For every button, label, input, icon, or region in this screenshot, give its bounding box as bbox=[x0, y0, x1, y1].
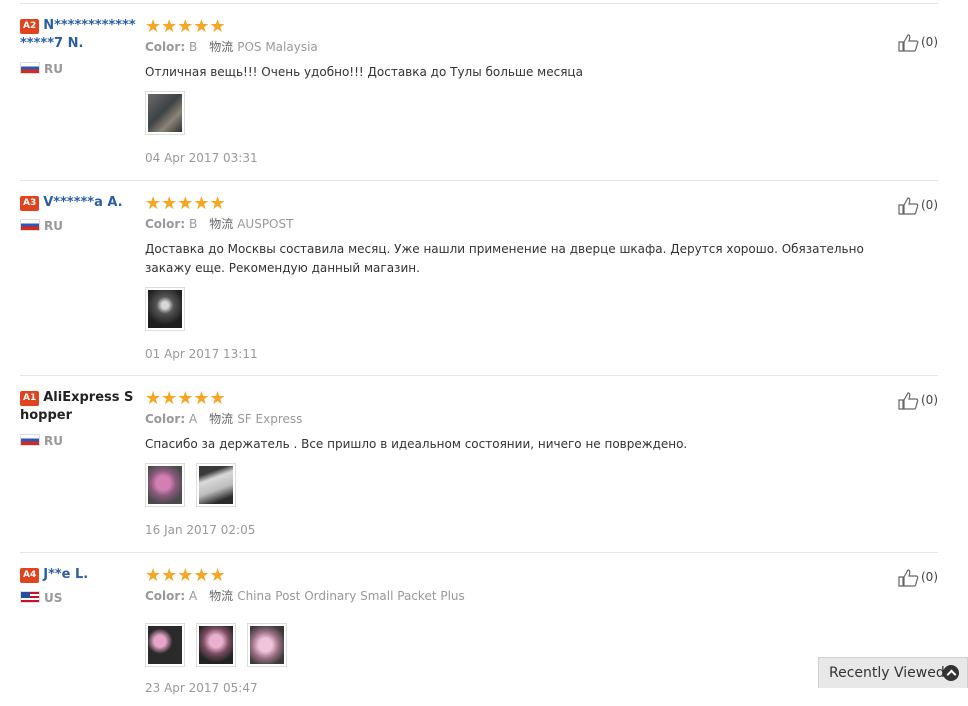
recently-viewed-tab[interactable]: Recently Viewed bbox=[818, 657, 968, 688]
review-text: Отличная вещь!!! Очень удобно!!! Доставк… bbox=[145, 65, 583, 79]
helpful-count: (0) bbox=[921, 35, 938, 49]
country-code: RU bbox=[44, 434, 63, 448]
color-value: B bbox=[188, 40, 198, 54]
reviewer-name-link[interactable]: A3 V******a A. bbox=[20, 194, 142, 212]
logistics-label: 物流 bbox=[209, 217, 234, 231]
review-item: A3 V******a A. RU ★★★★★ Color: B 物流 AUSPOST… bbox=[20, 194, 938, 376]
buyer-level-badge: A1 bbox=[20, 391, 40, 406]
review-date: 16 Jan 2017 02:05 bbox=[145, 523, 256, 537]
thumbs-up-icon bbox=[898, 196, 919, 215]
review-photos bbox=[145, 463, 885, 507]
country-code: RU bbox=[44, 62, 63, 76]
review-photos bbox=[145, 287, 885, 331]
russia-flag-icon bbox=[20, 219, 40, 231]
star-rating: ★★★★★ bbox=[145, 565, 226, 586]
reviewer-name-link[interactable]: A2 N*****************7 N. bbox=[20, 17, 142, 53]
helpful-count: (0) bbox=[921, 198, 938, 212]
review-meta: Color: B 物流 AUSPOST bbox=[145, 216, 885, 232]
color-value: A bbox=[188, 589, 198, 603]
review-text: Доставка до Москвы составила месяц. Уже … bbox=[145, 242, 864, 275]
thumbs-up-icon bbox=[898, 568, 919, 587]
review-content: ★★★★★ Color: A 物流 SF Express Спасибо за де… bbox=[145, 389, 885, 537]
review-content: ★★★★★ Color: A 物流 China Post Ordinary Smal… bbox=[145, 566, 885, 695]
buyer-level-badge: A4 bbox=[20, 568, 40, 583]
helpful-count: (0) bbox=[921, 393, 938, 407]
review-photo-thumbnail[interactable] bbox=[145, 463, 185, 507]
reviewer-name-link[interactable]: A4 J**e L. bbox=[20, 566, 142, 584]
review-date: 04 Apr 2017 03:31 bbox=[145, 151, 258, 165]
reviewer-country: RU bbox=[20, 219, 142, 233]
us-flag-icon bbox=[20, 591, 40, 603]
logistics-label: 物流 bbox=[209, 589, 234, 603]
reviewer-name: V******a A. bbox=[43, 195, 123, 210]
reviewer-country: RU bbox=[20, 434, 142, 448]
reviewer-info: A3 V******a A. RU bbox=[20, 194, 142, 233]
review-photo-thumbnail[interactable] bbox=[145, 91, 185, 135]
review-photo-thumbnail[interactable] bbox=[247, 623, 288, 667]
logistics-value: POS Malaysia bbox=[237, 40, 318, 54]
top-divider bbox=[20, 3, 938, 4]
chevron-up-icon[interactable] bbox=[943, 665, 959, 681]
color-label: Color: bbox=[145, 589, 186, 603]
thumbs-up-icon bbox=[898, 391, 919, 410]
color-label: Color: bbox=[145, 412, 186, 426]
star-rating: ★★★★★ bbox=[145, 388, 226, 409]
review-content: ★★★★★ Color: B 物流 POS Malaysia Отличная ве… bbox=[145, 17, 885, 165]
country-code: RU bbox=[44, 219, 63, 233]
helpful-button[interactable]: (0) bbox=[898, 33, 938, 52]
reviewer-info: A2 N*****************7 N. RU bbox=[20, 17, 142, 76]
helpful-button[interactable]: (0) bbox=[898, 196, 938, 215]
recently-viewed-label: Recently Viewed bbox=[829, 665, 945, 681]
star-rating: ★★★★★ bbox=[145, 193, 226, 214]
review-photo-thumbnail[interactable] bbox=[196, 463, 237, 507]
helpful-button[interactable]: (0) bbox=[898, 391, 938, 410]
reviewer-name: J**e L. bbox=[43, 567, 89, 582]
color-value: B bbox=[188, 217, 198, 231]
logistics-value: AUSPOST bbox=[237, 217, 294, 231]
review-meta: Color: A 物流 SF Express bbox=[145, 411, 885, 427]
reviewer-country: US bbox=[20, 591, 142, 605]
review-date: 23 Apr 2017 05:47 bbox=[145, 681, 258, 695]
thumbs-up-icon bbox=[898, 33, 919, 52]
review-photos bbox=[145, 91, 885, 135]
review-photo-thumbnail[interactable] bbox=[196, 623, 237, 667]
review-text: Спасибо за держатель . Все пришло в идеа… bbox=[145, 437, 688, 451]
reviewer-info: A4 J**e L. US bbox=[20, 566, 142, 605]
country-code: US bbox=[44, 591, 63, 605]
review-photo-thumbnail[interactable] bbox=[145, 287, 185, 331]
review-photo-thumbnail[interactable] bbox=[145, 623, 185, 667]
logistics-value: SF Express bbox=[237, 412, 303, 426]
color-label: Color: bbox=[145, 217, 186, 231]
helpful-count: (0) bbox=[921, 570, 938, 584]
logistics-label: 物流 bbox=[209, 40, 234, 54]
color-label: Color: bbox=[145, 40, 186, 54]
review-date: 01 Apr 2017 13:11 bbox=[145, 347, 258, 361]
russia-flag-icon bbox=[20, 62, 40, 74]
review-content: ★★★★★ Color: B 物流 AUSPOST Доставка до Моск… bbox=[145, 194, 885, 361]
review-item: A2 N*****************7 N. RU ★★★★★ Color:… bbox=[20, 17, 938, 181]
logistics-value: China Post Ordinary Small Packet Plus bbox=[237, 589, 465, 603]
reviewer-country: RU bbox=[20, 62, 142, 76]
star-rating: ★★★★★ bbox=[145, 16, 226, 37]
color-value: A bbox=[188, 412, 198, 426]
review-meta: Color: B 物流 POS Malaysia bbox=[145, 39, 885, 55]
review-item: A1 AliExpress Shopper RU ★★★★★ Color: A 物流… bbox=[20, 389, 938, 553]
review-photos bbox=[145, 623, 885, 667]
review-meta: Color: A 物流 China Post Ordinary Small Pack… bbox=[145, 588, 885, 604]
buyer-level-badge: A2 bbox=[20, 19, 40, 34]
reviewer-name-link[interactable]: A1 AliExpress Shopper bbox=[20, 389, 142, 425]
reviewer-info: A1 AliExpress Shopper RU bbox=[20, 389, 142, 448]
helpful-button[interactable]: (0) bbox=[898, 568, 938, 587]
logistics-label: 物流 bbox=[209, 412, 234, 426]
review-item: A4 J**e L. US ★★★★★ Color: A 物流 China Post … bbox=[20, 566, 938, 706]
russia-flag-icon bbox=[20, 434, 40, 446]
buyer-level-badge: A3 bbox=[20, 196, 40, 211]
